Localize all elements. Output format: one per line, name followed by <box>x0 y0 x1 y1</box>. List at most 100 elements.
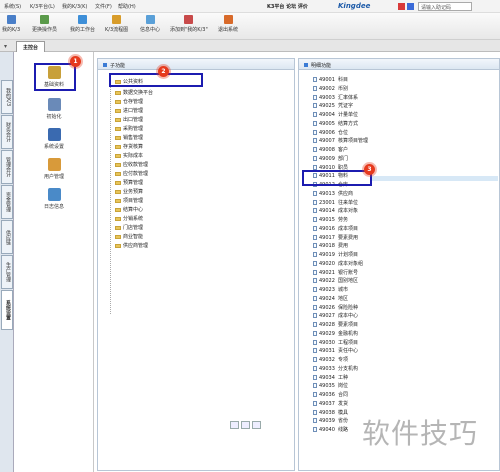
detail-item-code: 49030 <box>319 339 335 346</box>
lock-icon[interactable] <box>407 3 414 10</box>
detail-item[interactable]: 49027 成本中心 <box>313 312 358 320</box>
detail-item-name: 分支机构 <box>338 365 359 372</box>
vtab-finance[interactable]: 财务会计 <box>1 115 13 149</box>
vtab-production[interactable]: 生产管理 <box>1 255 13 289</box>
exit-button[interactable]: 退出系统 <box>218 15 238 33</box>
flowchart-button[interactable]: K/3流程图 <box>105 15 128 33</box>
tree-item[interactable]: 进口管理 <box>115 107 143 115</box>
detail-item[interactable]: 49031 责任中心 <box>313 347 358 355</box>
detail-item[interactable]: 49020 成本对象组 <box>313 260 363 268</box>
detail-item[interactable]: 49016 成本项目 <box>313 225 358 233</box>
detail-item-name: 成本对象 <box>338 208 359 215</box>
my-desktop-button[interactable]: 我的工作台 <box>70 15 95 33</box>
detail-item[interactable]: 49023 城市 <box>313 286 348 294</box>
menu-system[interactable]: 系统(S) <box>4 3 21 10</box>
detail-view-icon[interactable] <box>252 421 261 429</box>
document-icon <box>313 383 317 389</box>
tree-item[interactable]: 应付款管理 <box>115 170 148 178</box>
icon-view-icon[interactable] <box>241 421 250 429</box>
folder-icon <box>115 117 121 122</box>
detail-item[interactable]: 49038 模具 <box>313 409 348 417</box>
detail-item[interactable]: 49039 省份 <box>313 417 348 425</box>
detail-item[interactable]: 49040 线路 <box>313 426 348 434</box>
tree-item[interactable]: 业务预算 <box>115 188 143 196</box>
detail-item[interactable]: 49025 凭证字 <box>313 102 353 110</box>
menu-file[interactable]: 文件(F) <box>95 3 112 10</box>
dropdown-arrow-icon[interactable]: ▾ <box>4 43 7 50</box>
vtab-supply-chain[interactable]: 供应链 <box>1 220 13 254</box>
step-badge-2: 2 <box>158 66 169 77</box>
tree-item[interactable]: 结算中心 <box>115 206 143 214</box>
detail-item[interactable]: 49022 国别地区 <box>313 277 358 285</box>
detail-item[interactable]: 49018 费用 <box>313 242 348 250</box>
vtab-system-settings[interactable]: 系统设置 <box>1 290 13 330</box>
detail-item[interactable]: 49036 合同 <box>313 391 348 399</box>
detail-item[interactable]: 23001 往来单位 <box>313 199 358 207</box>
detail-item[interactable]: 49037 发货 <box>313 400 348 408</box>
detail-item[interactable]: 49008 客户 <box>313 146 348 154</box>
mail-icon <box>145 15 155 24</box>
add-to-my-k3-button[interactable]: 添加到"我的K/3" <box>170 15 208 33</box>
detail-item[interactable]: 49030 工程项目 <box>313 339 358 347</box>
info-center-button[interactable]: 信息中心 <box>140 15 160 33</box>
detail-item-code: 49019 <box>319 252 335 258</box>
detail-item[interactable]: 49006 仓位 <box>313 129 348 137</box>
detail-item[interactable]: 49004 计量单位 <box>313 111 358 119</box>
module-init[interactable]: 初始化 <box>14 98 94 120</box>
detail-item[interactable]: 49015 劳务 <box>313 216 348 224</box>
vtab-my-k3[interactable]: 我的K/3 <box>1 80 13 114</box>
detail-item[interactable]: 49033 分支机构 <box>313 365 358 373</box>
menu-my-k3[interactable]: 我的K/3(K) <box>62 3 87 10</box>
detail-item[interactable]: 49013 供应商 <box>313 190 353 198</box>
vtab-funds[interactable]: 资金管理 <box>1 185 13 219</box>
detail-item[interactable]: 49032 专项 <box>313 356 348 364</box>
detail-item[interactable]: 49007 核算项目管理 <box>313 137 368 145</box>
tree-item[interactable]: 门店管理 <box>115 224 143 232</box>
detail-item[interactable]: 49009 部门 <box>313 155 348 163</box>
detail-item-code: 49017 <box>319 234 335 241</box>
tree-item[interactable]: 分销系统 <box>115 215 143 223</box>
detail-item[interactable]: 49003 汇率体系 <box>313 94 358 102</box>
detail-item[interactable]: 49001 科目 <box>313 76 348 84</box>
tree-item[interactable]: 商业智能 <box>115 233 143 241</box>
my-k3-button[interactable]: 我的K/3 <box>2 15 20 33</box>
detail-item[interactable]: 49005 结算方式 <box>313 120 358 128</box>
detail-item[interactable]: 49026 保险险种 <box>313 304 358 312</box>
list-view-icon[interactable] <box>230 421 239 429</box>
favorite-icon[interactable] <box>398 3 405 10</box>
detail-item[interactable]: 49028 要素项目 <box>313 321 358 329</box>
detail-item[interactable]: 49034 工种 <box>313 374 348 382</box>
detail-item[interactable]: 49019 计划项目 <box>313 251 358 259</box>
module-user-management[interactable]: 用户管理 <box>14 158 94 180</box>
module-system-settings[interactable]: 系统设置 <box>14 128 94 150</box>
detail-item[interactable]: 49024 地区 <box>313 295 348 303</box>
tree-item[interactable]: 应收款管理 <box>115 161 148 169</box>
tree-item[interactable]: 供应商管理 <box>115 242 148 250</box>
tree-item[interactable]: 销售管理 <box>115 134 143 142</box>
detail-item[interactable]: 49035 岗位 <box>313 382 348 390</box>
tree-item[interactable]: 仓存管理 <box>115 98 143 106</box>
tree-item[interactable]: 预算管理 <box>115 179 143 187</box>
tab-main-console[interactable]: 主控台 <box>16 41 46 52</box>
detail-item-code: 49006 <box>319 129 335 136</box>
detail-item[interactable]: 49002 币别 <box>313 85 348 93</box>
module-log-info[interactable]: 日志信息 <box>14 188 94 210</box>
tree-item[interactable]: 项目管理 <box>115 197 143 205</box>
tree-item[interactable]: 实际成本 <box>115 152 143 160</box>
detail-item-name: 仓位 <box>338 129 349 136</box>
detail-item[interactable]: 49021 银行账号 <box>313 269 358 277</box>
tree-item[interactable]: 数据交换平台 <box>115 89 153 97</box>
tree-item[interactable]: 出口管理 <box>115 116 143 124</box>
detail-item[interactable]: 49017 要素费用 <box>313 234 358 242</box>
menu-help[interactable]: 帮助(H) <box>118 3 136 10</box>
search-input[interactable]: 请输入助记码 <box>418 2 472 11</box>
tree-item[interactable]: 采购管理 <box>115 125 143 133</box>
detail-item[interactable]: 49014 成本对象 <box>313 207 358 215</box>
switch-user-button[interactable]: 更换操作员 <box>32 15 57 33</box>
vtab-management[interactable]: 管理会计 <box>1 150 13 184</box>
k3-links[interactable]: K3平台 论坛 评价 <box>267 3 308 10</box>
detail-item-name: 费用 <box>338 243 349 250</box>
tree-item[interactable]: 存货核算 <box>115 143 143 151</box>
detail-item[interactable]: 49029 金融机构 <box>313 330 358 338</box>
menu-platform[interactable]: K/3平台(L) <box>30 3 55 10</box>
